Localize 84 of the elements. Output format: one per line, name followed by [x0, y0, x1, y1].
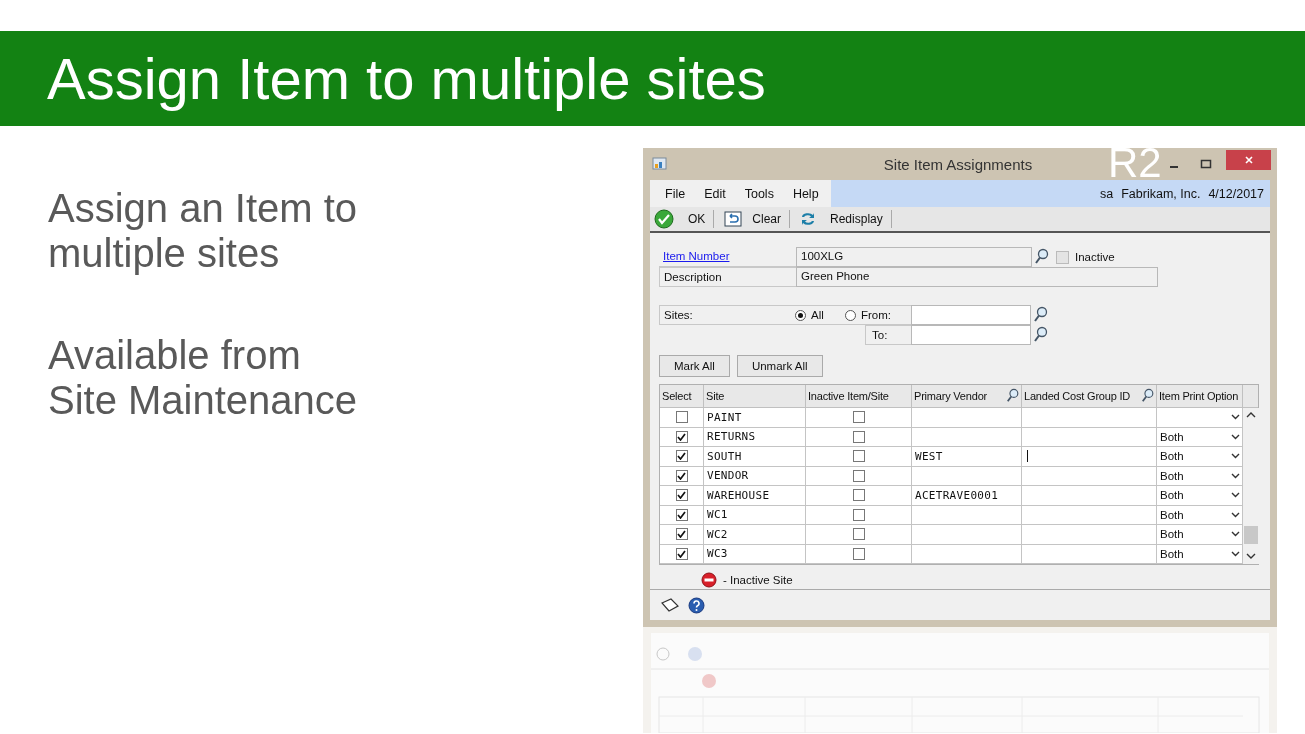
- chevron-down-icon: [1231, 414, 1240, 421]
- scrollbar[interactable]: [1243, 408, 1259, 564]
- table-cell: WC1: [704, 505, 806, 525]
- undo-icon: [724, 211, 743, 227]
- column-header: Primary Vendor: [912, 385, 1022, 408]
- table-cell: SOUTH: [704, 447, 806, 467]
- check-icon: [654, 209, 674, 229]
- inactive-label: Inactive: [1075, 251, 1115, 263]
- table-cell[interactable]: [1022, 408, 1157, 428]
- menu-item[interactable]: Edit: [704, 186, 726, 201]
- table-cell[interactable]: [1022, 447, 1157, 467]
- table-cell: RETURNS: [704, 427, 806, 447]
- select-checkbox[interactable]: [675, 528, 688, 541]
- menu-item[interactable]: Help: [792, 186, 819, 201]
- select-checkbox[interactable]: [675, 430, 688, 443]
- from-field[interactable]: [911, 305, 1031, 325]
- select-checkbox[interactable]: [675, 450, 688, 463]
- chevron-down-icon: [1231, 550, 1240, 557]
- overlay-label: R2: [1108, 142, 1162, 184]
- search-icon[interactable]: [1034, 248, 1050, 266]
- toolbar-button[interactable]: Clear: [722, 211, 790, 227]
- table-cell: PAINT: [704, 408, 806, 428]
- mark-button[interactable]: Mark All: [659, 355, 730, 377]
- close-button[interactable]: [1226, 150, 1271, 170]
- chevron-down-icon: [1231, 511, 1240, 518]
- table-cell[interactable]: [1022, 544, 1157, 564]
- radio-button[interactable]: [845, 309, 856, 321]
- search-icon[interactable]: [1141, 388, 1155, 404]
- column-header: Site: [704, 385, 806, 408]
- column-header: Item Print Option: [1157, 385, 1243, 408]
- table-cell[interactable]: [1022, 466, 1157, 486]
- table-cell[interactable]: [1022, 427, 1157, 447]
- search-icon[interactable]: [1033, 306, 1049, 324]
- select-checkbox[interactable]: [675, 489, 688, 502]
- table-cell: WC2: [704, 525, 806, 545]
- item-number-field[interactable]: 100XLG: [796, 247, 1032, 267]
- sites-label: Sites:: [659, 305, 795, 325]
- table-cell: VENDOR: [704, 466, 806, 486]
- table-cell: WEST: [912, 447, 1022, 467]
- app-icon: [652, 156, 668, 172]
- search-icon[interactable]: [1033, 326, 1049, 344]
- toolbar-button[interactable]: OK: [652, 209, 714, 229]
- table-cell[interactable]: [1022, 505, 1157, 525]
- chevron-down-icon: [1231, 433, 1240, 440]
- select-checkbox[interactable]: [675, 547, 688, 560]
- menu-item[interactable]: Tools: [744, 186, 774, 201]
- description-label: Description: [659, 267, 796, 287]
- window-title: Site Item Assignments: [882, 155, 1034, 173]
- column-header: Landed Cost Group ID: [1022, 385, 1157, 408]
- user-label: sa: [1100, 186, 1114, 201]
- description-field[interactable]: Green Phone: [796, 267, 1158, 287]
- slide-text: Available from Site Maintenance: [48, 333, 359, 423]
- to-field[interactable]: [911, 325, 1031, 345]
- refresh-icon: [800, 211, 817, 227]
- table-cell[interactable]: [1022, 525, 1157, 545]
- table-cell: WAREHOUSE: [704, 486, 806, 506]
- maximize-icon[interactable]: [1200, 158, 1212, 170]
- menu-item[interactable]: File: [665, 186, 686, 201]
- chevron-down-icon: [1231, 472, 1240, 479]
- toolbar-button[interactable]: Redisplay: [798, 211, 891, 227]
- slide-text: Assign an Item to multiple sites: [48, 186, 359, 276]
- inactive-icon: [701, 572, 717, 588]
- radio-label: All: [811, 309, 824, 321]
- mark-button[interactable]: Unmark All: [736, 355, 823, 377]
- help-icon[interactable]: [688, 596, 705, 614]
- chevron-down-icon: [1231, 453, 1240, 460]
- table-cell: ACETRAVE0001: [912, 486, 1022, 506]
- search-icon[interactable]: [1006, 388, 1020, 404]
- select-checkbox[interactable]: [675, 469, 688, 482]
- column-header: Select: [660, 385, 704, 408]
- close-icon: [1243, 155, 1254, 165]
- company-label: Fabrikam, Inc.: [1121, 186, 1201, 201]
- note-icon[interactable]: [660, 597, 680, 613]
- column-header: Inactive Item/Site: [806, 385, 912, 408]
- chevron-down-icon: [1231, 492, 1240, 499]
- select-checkbox[interactable]: [675, 411, 688, 424]
- date-label: 4/12/2017: [1208, 186, 1264, 201]
- table-cell[interactable]: [1022, 486, 1157, 506]
- radio-button[interactable]: [795, 309, 806, 321]
- legend-text: - Inactive Site: [723, 574, 793, 586]
- select-checkbox[interactable]: [675, 508, 688, 521]
- table-cell: WC3: [704, 544, 806, 564]
- radio-label: From:: [861, 309, 892, 321]
- chevron-down-icon: [1231, 531, 1240, 538]
